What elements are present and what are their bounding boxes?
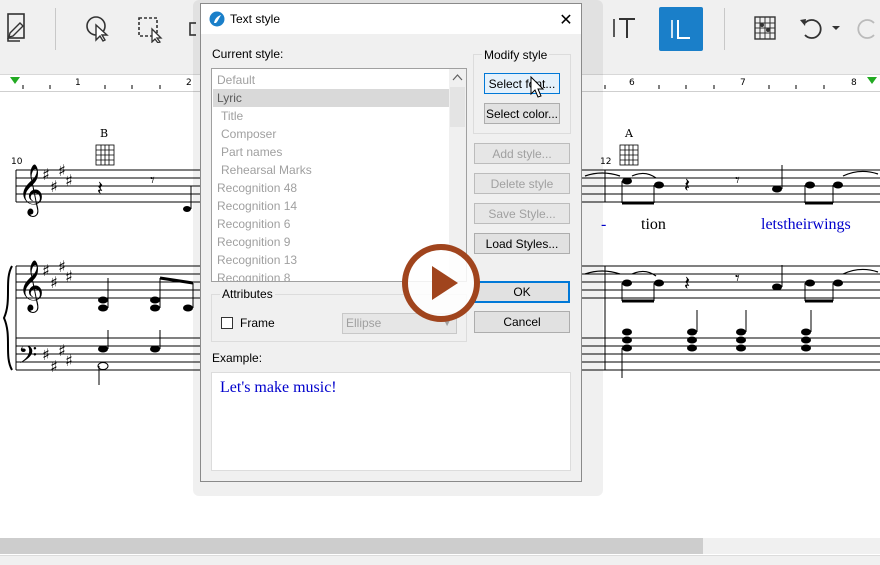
svg-text:𝄾: 𝄾 xyxy=(735,268,740,289)
cursor-icon xyxy=(530,76,545,98)
svg-text:B: B xyxy=(100,127,108,140)
attributes-label: Attributes xyxy=(220,287,275,301)
svg-text:♯: ♯ xyxy=(65,171,73,190)
dialog-app-icon xyxy=(209,11,225,27)
svg-text:𝄾: 𝄾 xyxy=(150,170,155,191)
save-style-button[interactable]: Save Style... xyxy=(474,203,570,224)
frame-label: Frame xyxy=(240,316,275,330)
close-button[interactable]: ✕ xyxy=(553,8,579,30)
example-text: Let's make music! xyxy=(220,379,337,396)
style-list-item[interactable]: Recognition 6 xyxy=(213,215,449,233)
undo-icon[interactable] xyxy=(795,8,829,48)
redo-icon[interactable] xyxy=(852,8,880,48)
document-pencil-icon[interactable] xyxy=(0,8,34,48)
select-font-button[interactable]: Select font... xyxy=(484,73,560,94)
svg-text:♯: ♯ xyxy=(50,273,58,292)
example-label: Example: xyxy=(212,351,263,365)
lyric-tool-icon[interactable] xyxy=(659,7,703,51)
select-color-button[interactable]: Select color... xyxy=(484,103,560,124)
ruler-number: 8 xyxy=(851,78,857,88)
dialog-title: Text style xyxy=(230,12,281,26)
ok-button[interactable]: OK xyxy=(474,281,570,303)
svg-text:♯: ♯ xyxy=(50,357,58,376)
add-style-button[interactable]: Add style... xyxy=(474,143,570,164)
undo-dropdown-icon[interactable] xyxy=(828,8,844,48)
frame-checkbox[interactable] xyxy=(221,317,233,329)
scroll-up-icon[interactable] xyxy=(449,69,466,86)
style-list-item[interactable]: Recognition 14 xyxy=(213,197,449,215)
style-list-item[interactable]: Part names xyxy=(213,143,449,161)
svg-text:♯: ♯ xyxy=(65,267,73,286)
ruler-number: 2 xyxy=(186,78,192,88)
text-style-dialog: Text style ✕ Current style: Default Lyri… xyxy=(200,3,582,482)
delete-style-button[interactable]: Delete style xyxy=(474,173,570,194)
modify-style-label: Modify style xyxy=(482,48,550,62)
style-list-item[interactable]: Recognition 48 xyxy=(213,179,449,197)
style-list-item[interactable]: Composer xyxy=(213,125,449,143)
close-icon: ✕ xyxy=(559,9,573,29)
ruler-number: 1 xyxy=(75,78,81,88)
svg-text:𝄽: 𝄽 xyxy=(684,173,690,197)
example-preview: Let's make music! xyxy=(211,372,571,471)
chord-grid-icon[interactable] xyxy=(745,8,785,48)
frame-shape-value: Ellipse xyxy=(346,316,382,330)
dialog-titlebar[interactable]: Text style ✕ xyxy=(201,4,581,34)
style-list-item[interactable]: Rehearsal Marks xyxy=(213,161,449,179)
svg-text:♯: ♯ xyxy=(42,261,50,280)
current-style-label: Current style: xyxy=(212,47,284,61)
select-rect-icon[interactable] xyxy=(130,8,170,48)
svg-text:A: A xyxy=(624,127,634,140)
svg-text:10: 10 xyxy=(11,157,23,167)
style-list-item[interactable]: Title xyxy=(213,107,449,125)
lyric-syllable[interactable]: tion xyxy=(641,216,666,234)
svg-text:𝄞: 𝄞 xyxy=(18,260,44,313)
svg-text:𝄢: 𝄢 xyxy=(18,341,37,376)
lyric-words[interactable]: letstheirwings xyxy=(761,216,851,234)
cancel-button[interactable]: Cancel xyxy=(474,311,570,333)
style-list-item[interactable]: Default xyxy=(213,71,449,89)
svg-text:♯: ♯ xyxy=(65,351,73,370)
svg-text:♯: ♯ xyxy=(42,165,50,184)
horizontal-scrollbar-thumb[interactable] xyxy=(0,538,703,554)
play-icon[interactable] xyxy=(400,242,482,324)
svg-text:𝄞: 𝄞 xyxy=(18,164,44,217)
svg-text:𝄾: 𝄾 xyxy=(735,170,740,191)
toolbar-separator xyxy=(55,8,56,50)
text-tool-icon[interactable] xyxy=(605,8,645,48)
svg-text:𝄽: 𝄽 xyxy=(97,176,103,200)
select-arrow-icon[interactable] xyxy=(78,8,118,48)
svg-text:♯: ♯ xyxy=(42,345,50,364)
svg-text:♯: ♯ xyxy=(50,177,58,196)
ruler-number: 6 xyxy=(629,78,635,88)
style-list-item-selected[interactable]: Lyric xyxy=(213,89,449,107)
toolbar-separator-2 xyxy=(724,8,725,50)
style-list-scrollbar-thumb[interactable] xyxy=(450,87,465,127)
load-styles-button[interactable]: Load Styles... xyxy=(474,233,570,254)
ruler-number: 7 xyxy=(740,78,746,88)
svg-text:𝄽: 𝄽 xyxy=(684,271,690,295)
